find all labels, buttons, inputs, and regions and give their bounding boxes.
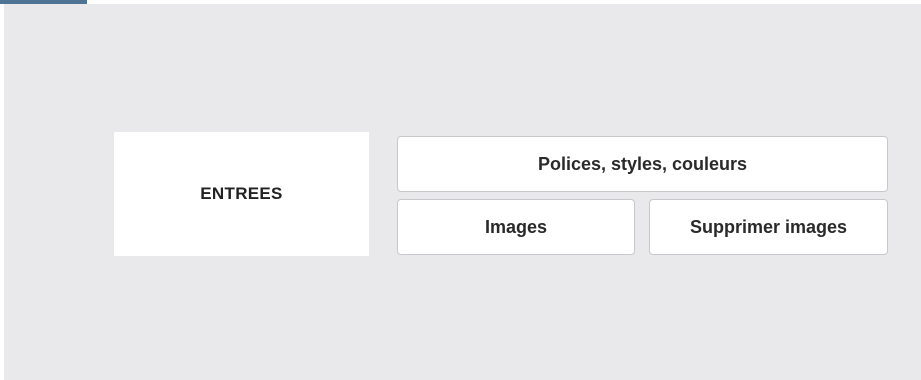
delete-images-button[interactable]: Supprimer images: [649, 199, 888, 255]
images-button[interactable]: Images: [397, 199, 635, 255]
section-label-entrees: ENTREES: [114, 132, 369, 256]
fonts-styles-colors-button[interactable]: Polices, styles, couleurs: [397, 136, 888, 192]
